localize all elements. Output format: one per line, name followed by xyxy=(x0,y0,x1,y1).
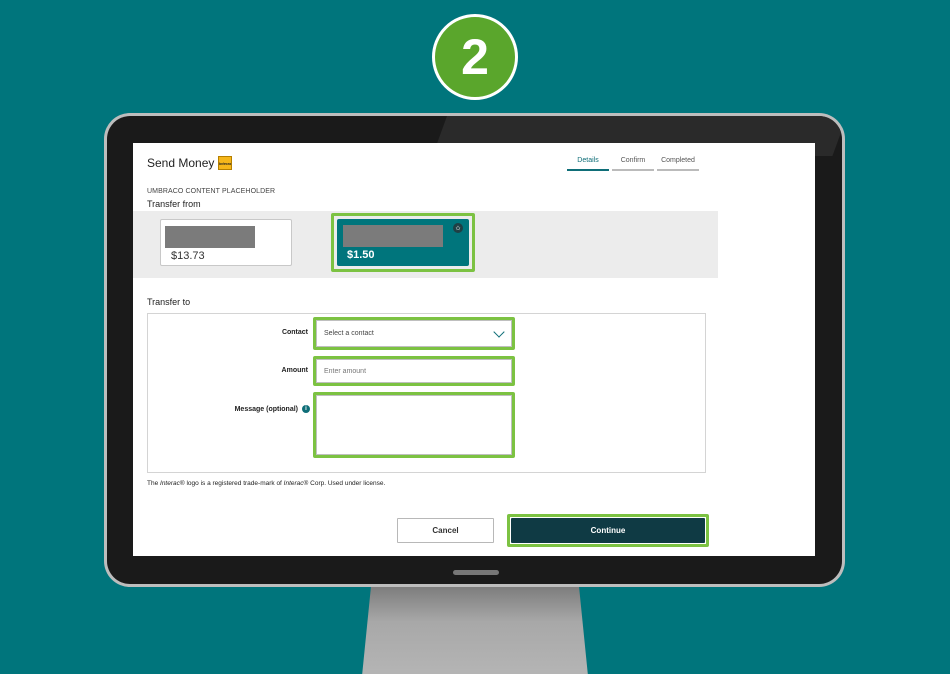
info-icon[interactable]: i xyxy=(302,405,310,413)
monitor: Send Money Interac Details Confirm Compl… xyxy=(104,113,845,587)
message-textarea[interactable] xyxy=(316,395,512,455)
transfer-from-accounts: $13.73 ✩ $1.50 xyxy=(133,211,718,278)
page-title-text: Send Money xyxy=(147,156,215,170)
step-progress: Details Confirm Completed xyxy=(567,157,699,171)
legal-brand: Interac xyxy=(160,480,180,487)
contact-select[interactable]: Select a contact xyxy=(316,320,512,347)
account-balance: $13.73 xyxy=(171,250,205,262)
amount-placeholder: Enter amount xyxy=(324,367,367,375)
step-confirm: Confirm xyxy=(612,157,654,171)
chevron-down-icon xyxy=(493,326,505,338)
contact-select-value: Select a contact xyxy=(324,330,374,337)
legal-notice: The Interac® logo is a registered trade-… xyxy=(147,480,385,487)
screen: Send Money Interac Details Confirm Compl… xyxy=(133,143,815,556)
monitor-bezel: Send Money Interac Details Confirm Compl… xyxy=(107,116,842,584)
monitor-logo-bar xyxy=(453,570,499,575)
step-completed: Completed xyxy=(657,157,699,171)
transfer-from-label: Transfer from xyxy=(147,199,201,209)
account-name-redacted xyxy=(165,226,255,248)
star-icon: ✩ xyxy=(453,223,463,233)
account-balance: $1.50 xyxy=(347,249,375,261)
legal-text: ® logo is a registered trade-mark of xyxy=(179,480,284,487)
monitor-stand xyxy=(362,586,588,674)
account-name-redacted xyxy=(343,225,443,247)
step-details: Details xyxy=(567,157,609,171)
legal-text: The xyxy=(147,480,161,487)
account-card-selected[interactable]: ✩ $1.50 xyxy=(337,219,469,266)
continue-button[interactable]: Continue xyxy=(511,518,705,543)
cancel-button[interactable]: Cancel xyxy=(397,518,494,543)
legal-brand: Interac xyxy=(283,480,304,487)
transfer-to-label: Transfer to xyxy=(147,297,191,307)
account-card[interactable]: $13.73 xyxy=(160,219,292,266)
transfer-to-form: Contact Select a contact Amount Enter am… xyxy=(147,313,706,473)
message-label: Message (optional) xyxy=(234,406,298,413)
step-number-badge: 2 xyxy=(432,14,518,100)
legal-text: ® Corp. Used under license. xyxy=(303,480,386,487)
amount-input[interactable]: Enter amount xyxy=(316,359,512,383)
page-title: Send Money Interac xyxy=(147,156,233,170)
interac-logo-icon: Interac xyxy=(218,156,233,170)
content-placeholder: UMBRACO CONTENT PLACEHOLDER xyxy=(147,188,276,195)
contact-label: Contact xyxy=(281,329,308,336)
amount-label: Amount xyxy=(281,367,308,374)
